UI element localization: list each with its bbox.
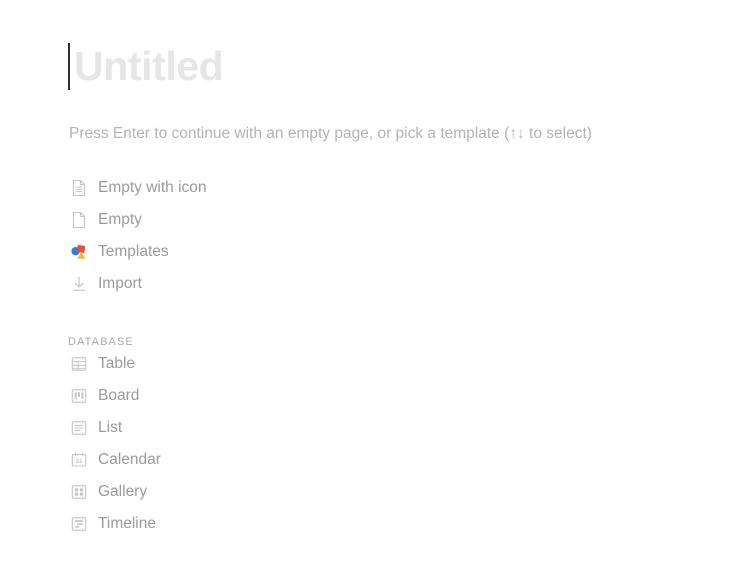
table-grid-icon (68, 353, 90, 375)
menu-item-label: Timeline (98, 515, 156, 533)
menu-item-import[interactable]: Import (68, 268, 488, 300)
page-title-row[interactable]: Untitled (68, 40, 224, 92)
gallery-grid-icon (68, 481, 90, 503)
section-header-label: DATABASE (68, 336, 134, 348)
text-caret (68, 42, 70, 90)
menu-item-gallery[interactable]: Gallery (68, 476, 488, 508)
board-kanban-icon (68, 385, 90, 407)
menu-item-label: Table (98, 355, 136, 373)
menu-item-calendar[interactable]: 31 Calendar (68, 444, 488, 476)
shapes-color-icon (68, 241, 90, 263)
menu-item-templates[interactable]: Templates (68, 236, 488, 268)
timeline-bars-icon (68, 513, 90, 535)
menu-item-label: Gallery (98, 483, 148, 501)
menu-item-label: List (98, 419, 123, 437)
menu-item-label: Empty with icon (98, 179, 207, 197)
menu-item-empty-with-icon[interactable]: Empty with icon (68, 172, 488, 204)
menu-item-label: Templates (98, 243, 169, 261)
calendar-31-icon: 31 (68, 449, 90, 471)
page-title-placeholder: Untitled (74, 42, 224, 89)
menu-item-label: Import (98, 275, 142, 293)
svg-text:31: 31 (75, 458, 83, 465)
hint-text: Press Enter to continue with an empty pa… (69, 125, 592, 142)
section-header-database: DATABASE (68, 300, 488, 348)
list-lines-icon (68, 417, 90, 439)
template-menu: Empty with icon Empty Templates Import D… (68, 172, 488, 540)
menu-item-list[interactable]: List (68, 412, 488, 444)
document-blank-icon (68, 209, 90, 231)
download-arrow-icon (68, 273, 90, 295)
menu-item-label: Calendar (98, 451, 161, 469)
menu-item-empty[interactable]: Empty (68, 204, 488, 236)
menu-item-board[interactable]: Board (68, 380, 488, 412)
document-lines-icon (68, 177, 90, 199)
new-page-canvas: Untitled Press Enter to continue with an… (0, 0, 736, 578)
menu-item-label: Empty (98, 211, 142, 229)
menu-item-table[interactable]: Table (68, 348, 488, 380)
menu-item-timeline[interactable]: Timeline (68, 508, 488, 540)
menu-item-label: Board (98, 387, 140, 405)
